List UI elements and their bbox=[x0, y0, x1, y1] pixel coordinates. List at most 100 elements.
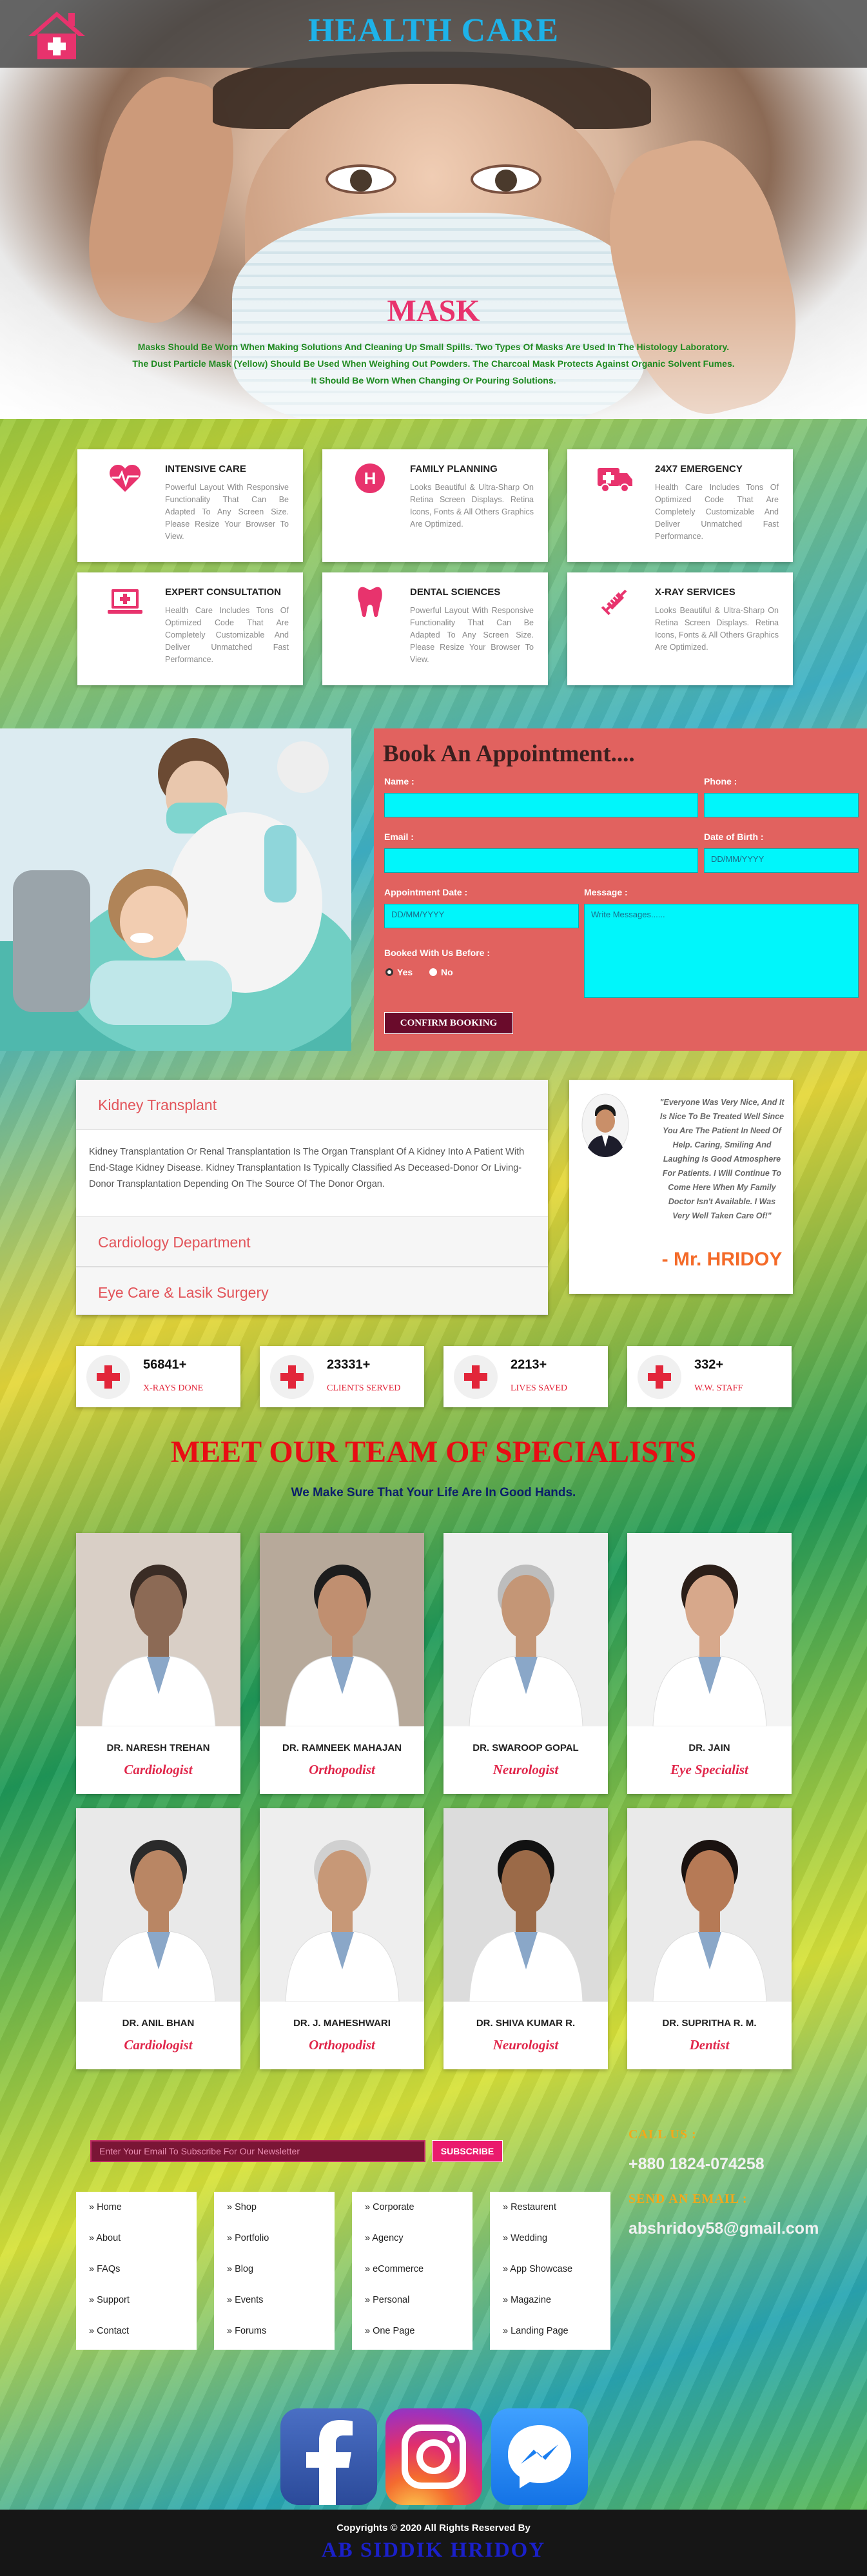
accordion-body: Kidney Transplantation Or Renal Transpla… bbox=[89, 1147, 525, 1189]
doctor-specialty: Eye Specialist bbox=[670, 1762, 748, 1777]
footer-link[interactable]: » Magazine bbox=[503, 2295, 551, 2305]
author-name[interactable]: AB SIDDIK HRIDOY bbox=[0, 2539, 867, 2562]
service-card: H FAMILY PLANNING Looks Beautiful & Ultr… bbox=[322, 449, 548, 562]
footer-link[interactable]: » Wedding bbox=[503, 2233, 547, 2243]
dob-field[interactable]: DD/MM/YYYY bbox=[704, 848, 859, 873]
no-radio[interactable] bbox=[429, 968, 437, 976]
footer-link[interactable]: » Shop bbox=[227, 2202, 257, 2212]
accordion-item-cardiology[interactable]: Cardiology Department bbox=[76, 1216, 548, 1267]
doctor-name: DR. NARESH TREHAN bbox=[106, 1742, 210, 1753]
accordion-item-kidney[interactable]: Kidney Transplant bbox=[76, 1080, 548, 1130]
doctor-card[interactable]: DR. SWAROOP GOPAL Neurologist bbox=[443, 1533, 608, 1794]
counter-value: 23331+ bbox=[327, 1358, 371, 1372]
email-label: Email : bbox=[384, 832, 414, 842]
doctor-card[interactable]: DR. ANIL BHAN Cardiologist bbox=[76, 1808, 240, 2069]
footer-link[interactable]: » Events bbox=[227, 2295, 263, 2305]
footer-link[interactable]: » Contact bbox=[89, 2326, 129, 2336]
medical-cross-icon bbox=[86, 1355, 130, 1399]
counter-card: 23331+ CLIENTS SERVED bbox=[260, 1346, 424, 1407]
phone-field[interactable] bbox=[704, 793, 859, 817]
doctor-name: DR. RAMNEEK MAHAJAN bbox=[282, 1742, 402, 1753]
testimonial-card: "Everyone Was Very Nice, And It Is Nice … bbox=[569, 1080, 793, 1294]
footer-link-column: » Home » About » FAQs » Support » Contact bbox=[76, 2192, 197, 2350]
laptop-medical-icon bbox=[106, 585, 144, 618]
doctor-photo bbox=[443, 1808, 608, 2002]
newsletter-email-input[interactable]: Enter Your Email To Subscribe For Our Ne… bbox=[90, 2140, 425, 2162]
footer-link[interactable]: » App Showcase bbox=[503, 2264, 572, 2274]
appointment-title: Book An Appointment.... bbox=[383, 741, 635, 767]
avatar bbox=[581, 1093, 630, 1157]
messenger-icon[interactable] bbox=[491, 2408, 588, 2505]
name-field[interactable] bbox=[384, 793, 698, 817]
email-field[interactable] bbox=[384, 848, 698, 873]
email-address[interactable]: abshridoy58@gmail.com bbox=[628, 2220, 819, 2238]
footer-link-column: » Restaurent » Wedding » App Showcase » Mag… bbox=[490, 2192, 610, 2350]
footer-link[interactable]: » Restaurent bbox=[503, 2202, 556, 2212]
footer-link[interactable]: » Corporate bbox=[365, 2202, 414, 2212]
footer-link[interactable]: » Home bbox=[89, 2202, 122, 2212]
tooth-icon bbox=[351, 585, 389, 618]
phone-number[interactable]: +880 1824-074258 bbox=[628, 2155, 765, 2174]
appointment-date-field[interactable]: DD/MM/YYYY bbox=[384, 904, 579, 928]
service-title: EXPERT CONSULTATION bbox=[165, 587, 281, 598]
doctor-name: DR. SUPRITHA R. M. bbox=[662, 2018, 757, 2029]
dob-label: Date of Birth : bbox=[704, 832, 764, 842]
instagram-icon[interactable] bbox=[385, 2408, 482, 2505]
footer-link[interactable]: » One Page bbox=[365, 2326, 414, 2336]
footer-link[interactable]: » Landing Page bbox=[503, 2326, 569, 2336]
footer-link[interactable]: » Forums bbox=[227, 2326, 266, 2336]
doctor-name: DR. JAIN bbox=[688, 1742, 730, 1753]
doctor-name: DR. ANIL BHAN bbox=[122, 2018, 195, 2029]
counter-card: 332+ W.W. STAFF bbox=[627, 1346, 792, 1407]
no-label: No bbox=[441, 967, 453, 977]
doctor-photo bbox=[260, 1533, 424, 1726]
appointment-form: Book An Appointment.... Name : Phone : E… bbox=[374, 728, 867, 1051]
facebook-icon[interactable] bbox=[280, 2408, 377, 2505]
doctor-card[interactable]: DR. RAMNEEK MAHAJAN Orthopodist bbox=[260, 1533, 424, 1794]
service-title: INTENSIVE CARE bbox=[165, 463, 246, 474]
doctor-card[interactable]: DR. J. MAHESHWARI Orthopodist bbox=[260, 1808, 424, 2069]
hero-image-eye bbox=[326, 164, 396, 194]
service-card: 24X7 EMERGENCY Health Care Includes Tons… bbox=[567, 449, 793, 562]
testimonial-author: - Mr. HRIDOY bbox=[661, 1249, 783, 1270]
doctor-card[interactable]: DR. NARESH TREHAN Cardiologist bbox=[76, 1533, 240, 1794]
message-label: Message : bbox=[584, 887, 628, 897]
accordion-item-eye-care[interactable]: Eye Care & Lasik Surgery bbox=[76, 1267, 548, 1315]
site-header: HEALTH CARE bbox=[0, 0, 867, 68]
footer-link[interactable]: » About bbox=[89, 2233, 121, 2243]
hospital-h-icon: H bbox=[351, 462, 389, 494]
doctor-specialty: Orthopodist bbox=[309, 2037, 375, 2053]
service-title: DENTAL SCIENCES bbox=[410, 587, 501, 598]
doctor-card[interactable]: DR. JAIN Eye Specialist bbox=[627, 1533, 792, 1794]
yes-radio[interactable] bbox=[385, 968, 393, 976]
departments-accordion: Kidney Transplant Kidney Transplantation… bbox=[76, 1080, 548, 1315]
footer-link-column: » Shop » Portfolio » Blog » Events » Forums bbox=[214, 2192, 335, 2350]
service-text: Looks Beautiful & Ultra-Sharp On Retina … bbox=[410, 483, 534, 529]
counter-label: LIVES SAVED bbox=[511, 1383, 568, 1393]
name-label: Name : bbox=[384, 776, 414, 786]
service-text: Looks Beautiful & Ultra-Sharp On Retina … bbox=[655, 606, 779, 652]
copyright-text: Copyrights © 2020 All Rights Reserved By bbox=[336, 2522, 531, 2533]
footer-link[interactable]: » Agency bbox=[365, 2233, 404, 2243]
footer-link[interactable]: » Personal bbox=[365, 2295, 409, 2305]
service-card: X-RAY SERVICES Looks Beautiful & Ultra-S… bbox=[567, 572, 793, 685]
doctor-card[interactable]: DR. SHIVA KUMAR R. Neurologist bbox=[443, 1808, 608, 2069]
confirm-booking-button[interactable]: CONFIRM BOOKING bbox=[384, 1012, 513, 1034]
footer-link-column: » Corporate » Agency » eCommerce » Personal… bbox=[352, 2192, 472, 2350]
footer-link[interactable]: » Portfolio bbox=[227, 2233, 269, 2243]
appointment-date-label: Appointment Date : bbox=[384, 887, 468, 897]
doctor-card[interactable]: DR. SUPRITHA R. M. Dentist bbox=[627, 1808, 792, 2069]
heartbeat-icon bbox=[106, 462, 144, 494]
hero-text: Masks Should Be Worn When Making Solutio… bbox=[132, 342, 735, 385]
footer-link[interactable]: » Support bbox=[89, 2295, 130, 2305]
footer-link[interactable]: » eCommerce bbox=[365, 2264, 424, 2274]
counter-label: CLIENTS SERVED bbox=[327, 1383, 401, 1393]
message-field[interactable]: Write Messages...... bbox=[584, 904, 859, 998]
accordion-label: Cardiology Department bbox=[98, 1234, 251, 1251]
subscribe-button[interactable]: SUBSCRIBE bbox=[432, 2140, 503, 2162]
footer-link[interactable]: » Blog bbox=[227, 2264, 253, 2274]
email-label: SEND AN EMAIL : bbox=[628, 2192, 748, 2206]
footer-link[interactable]: » FAQs bbox=[89, 2264, 120, 2274]
medical-cross-icon bbox=[638, 1355, 681, 1399]
doctor-photo bbox=[76, 1533, 240, 1726]
